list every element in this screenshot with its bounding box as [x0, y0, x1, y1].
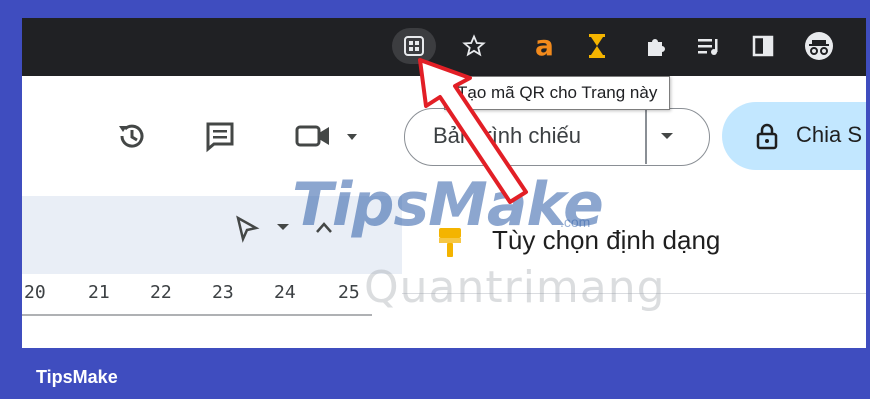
- meet-button[interactable]: [290, 114, 366, 158]
- chevron-down-icon[interactable]: [659, 131, 675, 141]
- incognito-avatar-icon[interactable]: [804, 28, 834, 64]
- select-cursor-icon[interactable]: [232, 214, 262, 244]
- ruler-number: 24: [274, 282, 296, 303]
- ruler-number: 20: [24, 282, 46, 303]
- qr-code-icon: [404, 36, 424, 56]
- bookmark-star-button[interactable]: [456, 28, 492, 64]
- ruler-number: 22: [150, 282, 172, 303]
- puzzle-extensions-icon[interactable]: [640, 28, 670, 64]
- ruler-number: 25: [338, 282, 360, 303]
- chevron-down-icon[interactable]: [276, 222, 290, 232]
- version-history-button[interactable]: [110, 114, 154, 158]
- svg-text:a: a: [535, 31, 554, 61]
- screenshot-frame: a Bản trình chiếu Chia S Tùy chọn định d…: [22, 18, 866, 348]
- share-button[interactable]: Chia S: [722, 102, 866, 170]
- reading-list-icon[interactable]: [694, 28, 724, 64]
- slideshow-label: Bản trình chiếu: [433, 123, 581, 148]
- lock-icon: [756, 123, 778, 150]
- ruler-number: 21: [88, 282, 110, 303]
- side-panel-icon[interactable]: [748, 28, 778, 64]
- amazon-extension-icon[interactable]: a: [530, 28, 560, 64]
- chevron-down-icon: [347, 134, 357, 140]
- qr-tooltip: Tạo mã QR cho Trang này: [444, 76, 671, 110]
- footer-brand: TipsMake: [36, 367, 118, 387]
- hourglass-extension-icon[interactable]: [582, 28, 612, 64]
- history-icon: [119, 124, 144, 148]
- comment-icon: [206, 122, 234, 153]
- ruler-number: 23: [212, 282, 234, 303]
- browser-toolbar: a: [22, 18, 866, 76]
- watermark-brand-suffix: .com: [560, 214, 591, 230]
- divider: [645, 109, 647, 164]
- watermark-brand: TipsMake: [292, 170, 604, 240]
- star-icon: [462, 34, 486, 57]
- comments-button[interactable]: [198, 114, 242, 158]
- watermark-secondary: Quantrimang: [364, 262, 666, 313]
- slideshow-button-group[interactable]: Bản trình chiếu: [404, 108, 710, 166]
- share-label: Chia S: [796, 122, 863, 147]
- qr-code-button[interactable]: [392, 28, 436, 64]
- video-camera-icon: [295, 125, 357, 147]
